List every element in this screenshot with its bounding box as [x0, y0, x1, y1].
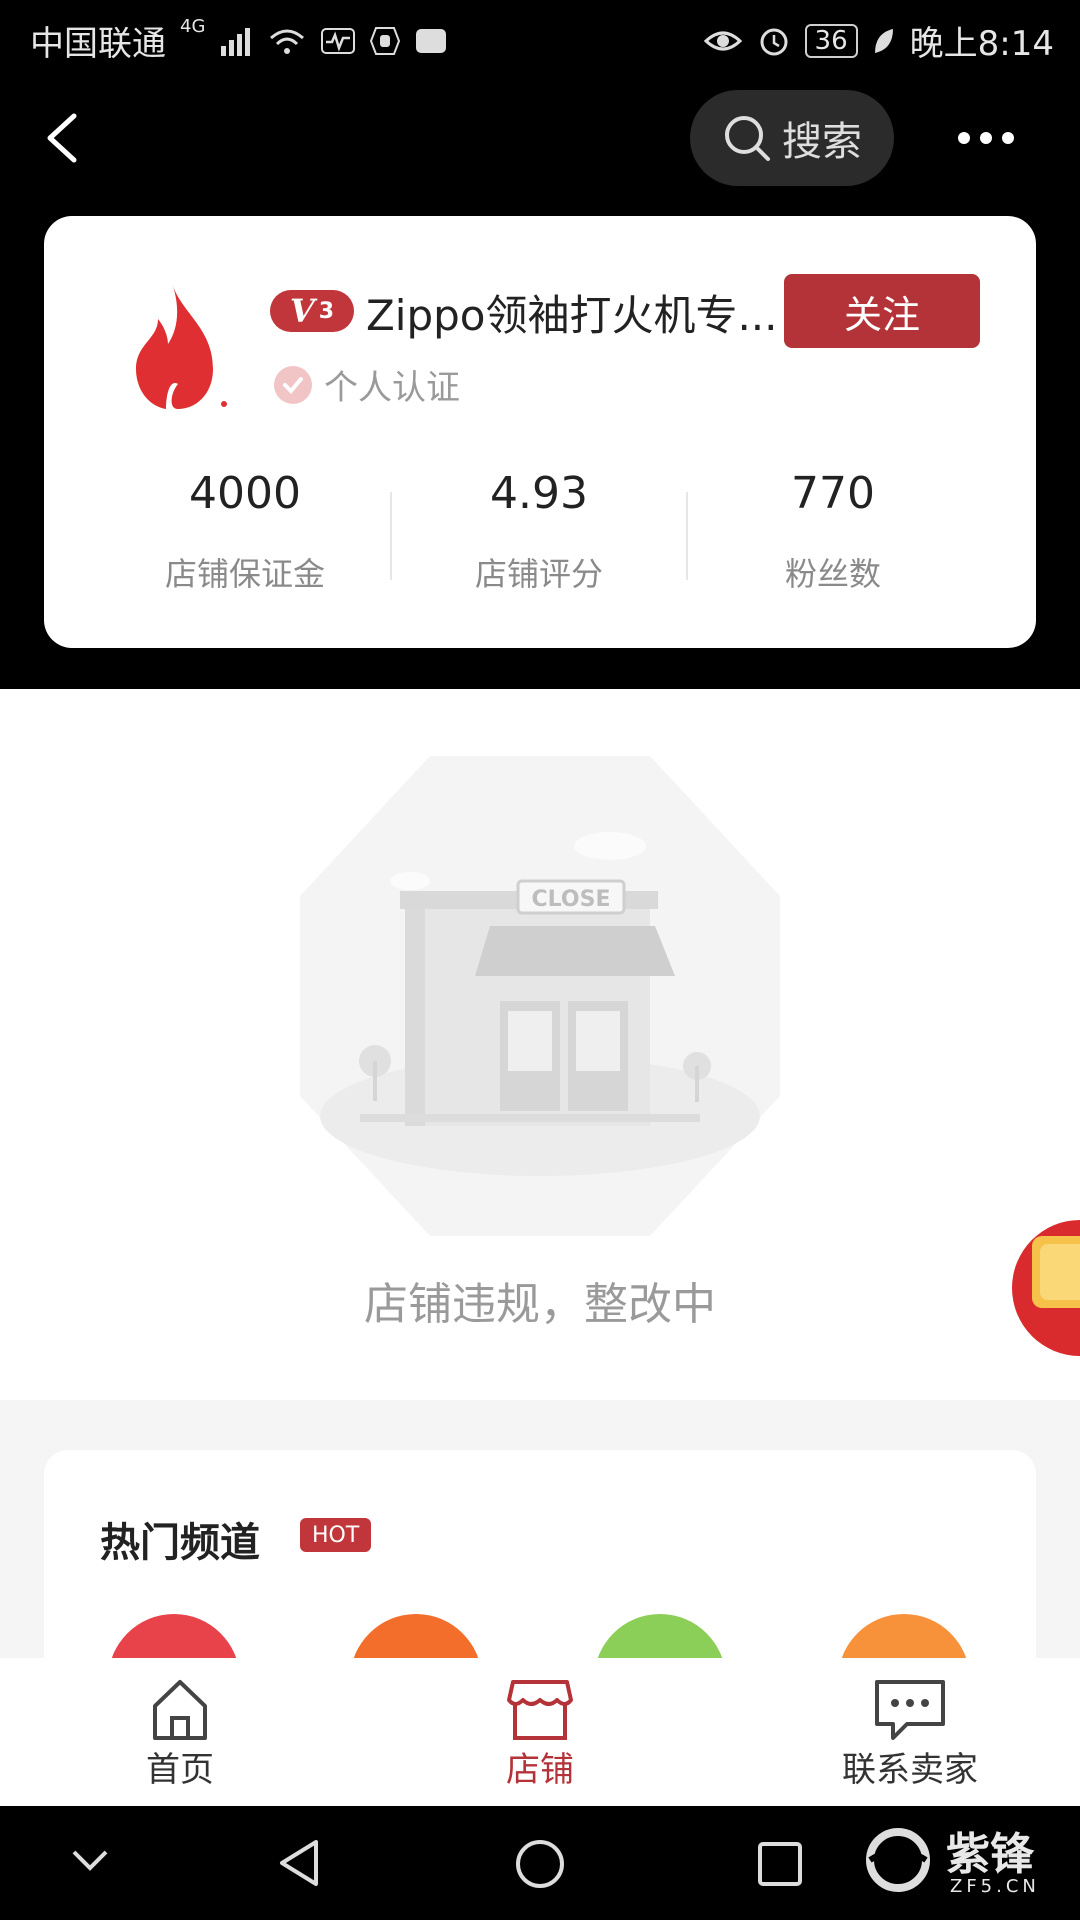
tab-label: 店铺 [506, 1750, 574, 1790]
close-sign: CLOSE [532, 887, 611, 912]
stat-value: 770 [791, 468, 875, 519]
eye-icon [703, 31, 742, 50]
tab-store[interactable]: 店铺 [480, 1676, 600, 1791]
collapse-chevron-icon[interactable] [70, 1846, 110, 1876]
stat-label: 粉丝数 [784, 555, 881, 593]
watermark-brand: 紫锋 [946, 1829, 1034, 1880]
store-icon [507, 1680, 573, 1740]
activity-icon [321, 27, 356, 54]
tab-contact-seller[interactable]: 联系卖家 [820, 1676, 1000, 1791]
back-button[interactable] [44, 112, 80, 168]
search-button[interactable]: 搜索 [690, 90, 894, 186]
tab-label: 首页 [146, 1750, 214, 1790]
signal-icon [221, 27, 251, 56]
stat-deposit: 4000 店铺保证金 [98, 468, 392, 595]
red-envelope-float-button[interactable] [1010, 1218, 1080, 1358]
status-right: 36 晚上8:14 [703, 16, 1054, 65]
wifi-icon [270, 29, 305, 54]
stat-fans: 770 粉丝数 [686, 468, 980, 595]
hot-channels-title: 热门频道 [100, 1520, 260, 1566]
shop-logo-flame-icon [136, 286, 227, 409]
more-menu-button[interactable] [958, 132, 1014, 144]
stat-label: 店铺保证金 [164, 555, 325, 593]
search-label: 搜索 [782, 119, 862, 165]
shop-name: Zippo领袖打火机专... [366, 291, 778, 340]
alarm-icon [760, 28, 788, 55]
stat-label: 店铺评分 [474, 555, 603, 593]
stat-rating: 4.93 店铺评分 [392, 468, 686, 595]
stat-value: 4.93 [490, 468, 588, 519]
shop-level-badge: V 3 [270, 290, 354, 332]
nav-back-triangle-icon[interactable] [276, 1838, 322, 1888]
level-number: 3 [318, 298, 335, 324]
leaf-icon [874, 28, 893, 53]
status-bar: 中国联通 4G 36 晚上8:14 [0, 0, 1080, 76]
more-icon [958, 132, 970, 144]
huawei-icon [416, 28, 447, 53]
verification-label: 个人认证 [324, 368, 460, 408]
carrier-name: 中国联通 [30, 24, 166, 64]
hand-icon [370, 26, 401, 55]
clock-time: 晚上8:14 [909, 24, 1054, 64]
nav-recents-square-icon[interactable] [756, 1840, 804, 1888]
shop-status-message: 店铺违规，整改中 [364, 1279, 716, 1330]
watermark-logo-icon [866, 1828, 930, 1892]
home-icon [153, 1680, 207, 1740]
closed-store-illustration: CLOSE [300, 756, 780, 1236]
follow-button[interactable]: 关注 [784, 274, 980, 348]
level-letter: V [289, 292, 315, 330]
nav-home-circle-icon[interactable] [514, 1838, 566, 1890]
verification-status: 个人认证 [274, 360, 460, 409]
back-icon [47, 113, 77, 163]
chat-icon [875, 1680, 945, 1740]
hot-tag: HOT [300, 1518, 372, 1552]
tab-label: 联系卖家 [842, 1750, 978, 1790]
stat-value: 4000 [189, 468, 301, 519]
battery-level: 36 [804, 23, 858, 58]
search-icon [725, 116, 770, 161]
network-type: 4G [180, 16, 206, 37]
tab-home[interactable]: 首页 [120, 1676, 240, 1791]
check-icon [274, 365, 312, 404]
status-left: 中国联通 4G [30, 16, 447, 65]
watermark-domain: ZF5.CN [950, 1876, 1040, 1897]
